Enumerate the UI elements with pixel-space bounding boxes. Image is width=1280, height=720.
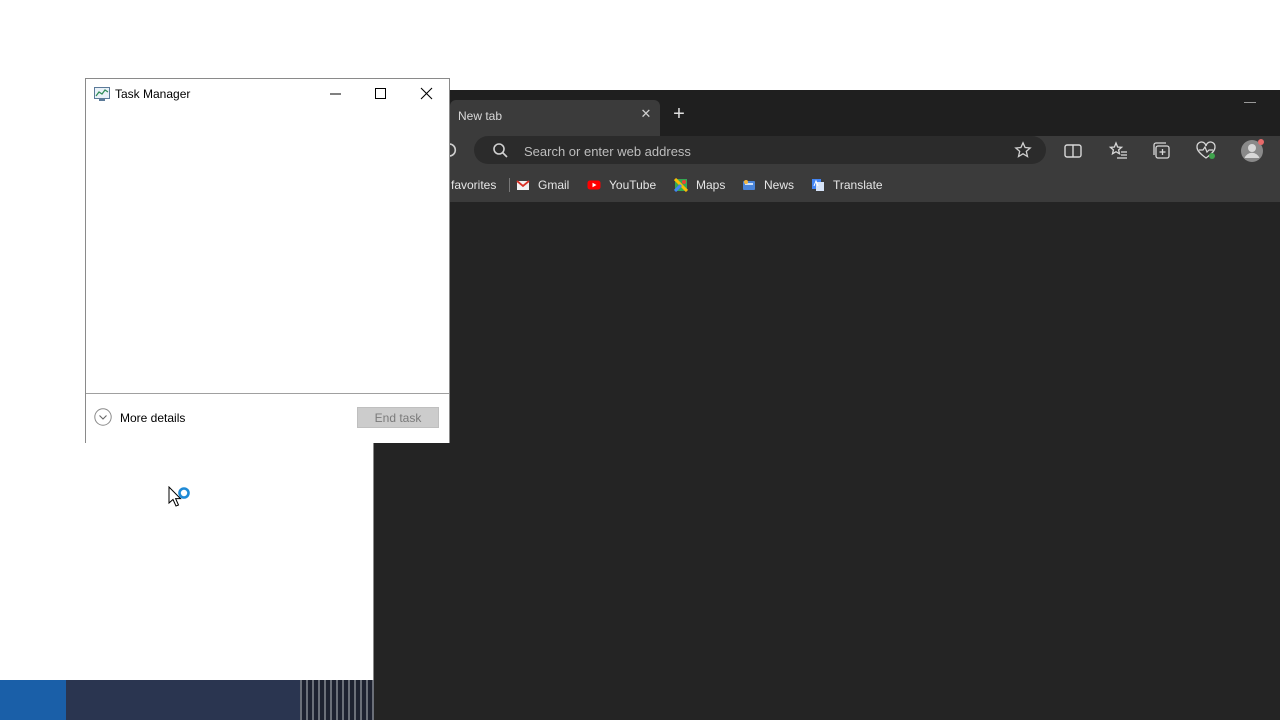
bookmark-youtube[interactable]: YouTube [587, 176, 656, 194]
browser-window: New tab ✕ + Search or enter web address … [374, 90, 1280, 720]
close-tab-icon[interactable]: ✕ [638, 106, 654, 122]
maps-icon [674, 178, 688, 192]
task-manager-icon [94, 87, 110, 101]
favorite-star-icon[interactable] [1014, 141, 1032, 159]
split-screen-icon[interactable] [1062, 140, 1084, 162]
search-icon [493, 143, 508, 158]
title-bar[interactable]: Task Manager [86, 79, 449, 109]
address-input[interactable] [522, 139, 986, 163]
collections-icon[interactable] [1151, 140, 1173, 162]
minimize-button[interactable] [313, 79, 358, 109]
desktop-wallpaper-blue [0, 680, 66, 720]
address-bar[interactable] [474, 136, 1046, 164]
minimize-browser-button[interactable] [1244, 102, 1256, 103]
youtube-icon [587, 180, 601, 190]
bookmark-label: Maps [696, 178, 726, 192]
busy-cursor-icon [168, 486, 190, 507]
tab-strip: New tab ✕ + [374, 90, 1280, 136]
more-details-label: More details [120, 411, 186, 425]
tab-new-tab[interactable]: New tab ✕ [450, 100, 660, 136]
bookmark-gmail[interactable]: Gmail [516, 176, 569, 194]
bookmark-label: Gmail [538, 178, 570, 192]
translate-icon [812, 179, 824, 191]
bookmark-favorites[interactable]: favorites [451, 176, 496, 194]
new-tab-button[interactable]: + [668, 104, 690, 126]
end-task-button[interactable]: End task [357, 407, 439, 428]
bookmark-news[interactable]: News [742, 176, 794, 194]
close-button[interactable] [404, 79, 449, 109]
maximize-button[interactable] [358, 79, 403, 109]
task-manager-footer: More details End task [86, 393, 449, 443]
bookmark-translate[interactable]: Translate [811, 176, 883, 194]
profile-avatar-icon[interactable] [1240, 138, 1266, 164]
desktop-window-fragment [0, 440, 374, 680]
favorites-bar: favorites Gmail YouTube Maps News Transl… [374, 168, 1280, 202]
gmail-icon [516, 180, 530, 190]
favorites-list-icon[interactable] [1107, 140, 1129, 162]
bookmark-label: News [764, 178, 795, 192]
desktop-background [0, 680, 374, 720]
news-icon [743, 180, 755, 190]
bookmark-maps[interactable]: Maps [674, 176, 725, 194]
bookmark-label: YouTube [609, 178, 657, 192]
bookmark-label: Translate [833, 178, 883, 192]
window-title: Task Manager [115, 87, 191, 101]
browser-toolbar [374, 136, 1280, 168]
favorites-separator [509, 178, 510, 192]
task-manager-window: Task Manager More details End task [85, 78, 450, 443]
browser-essentials-icon[interactable] [1195, 140, 1217, 162]
tab-title: New tab [458, 109, 503, 123]
desktop-wallpaper-stripes [300, 680, 374, 720]
chevron-down-icon [94, 408, 112, 426]
